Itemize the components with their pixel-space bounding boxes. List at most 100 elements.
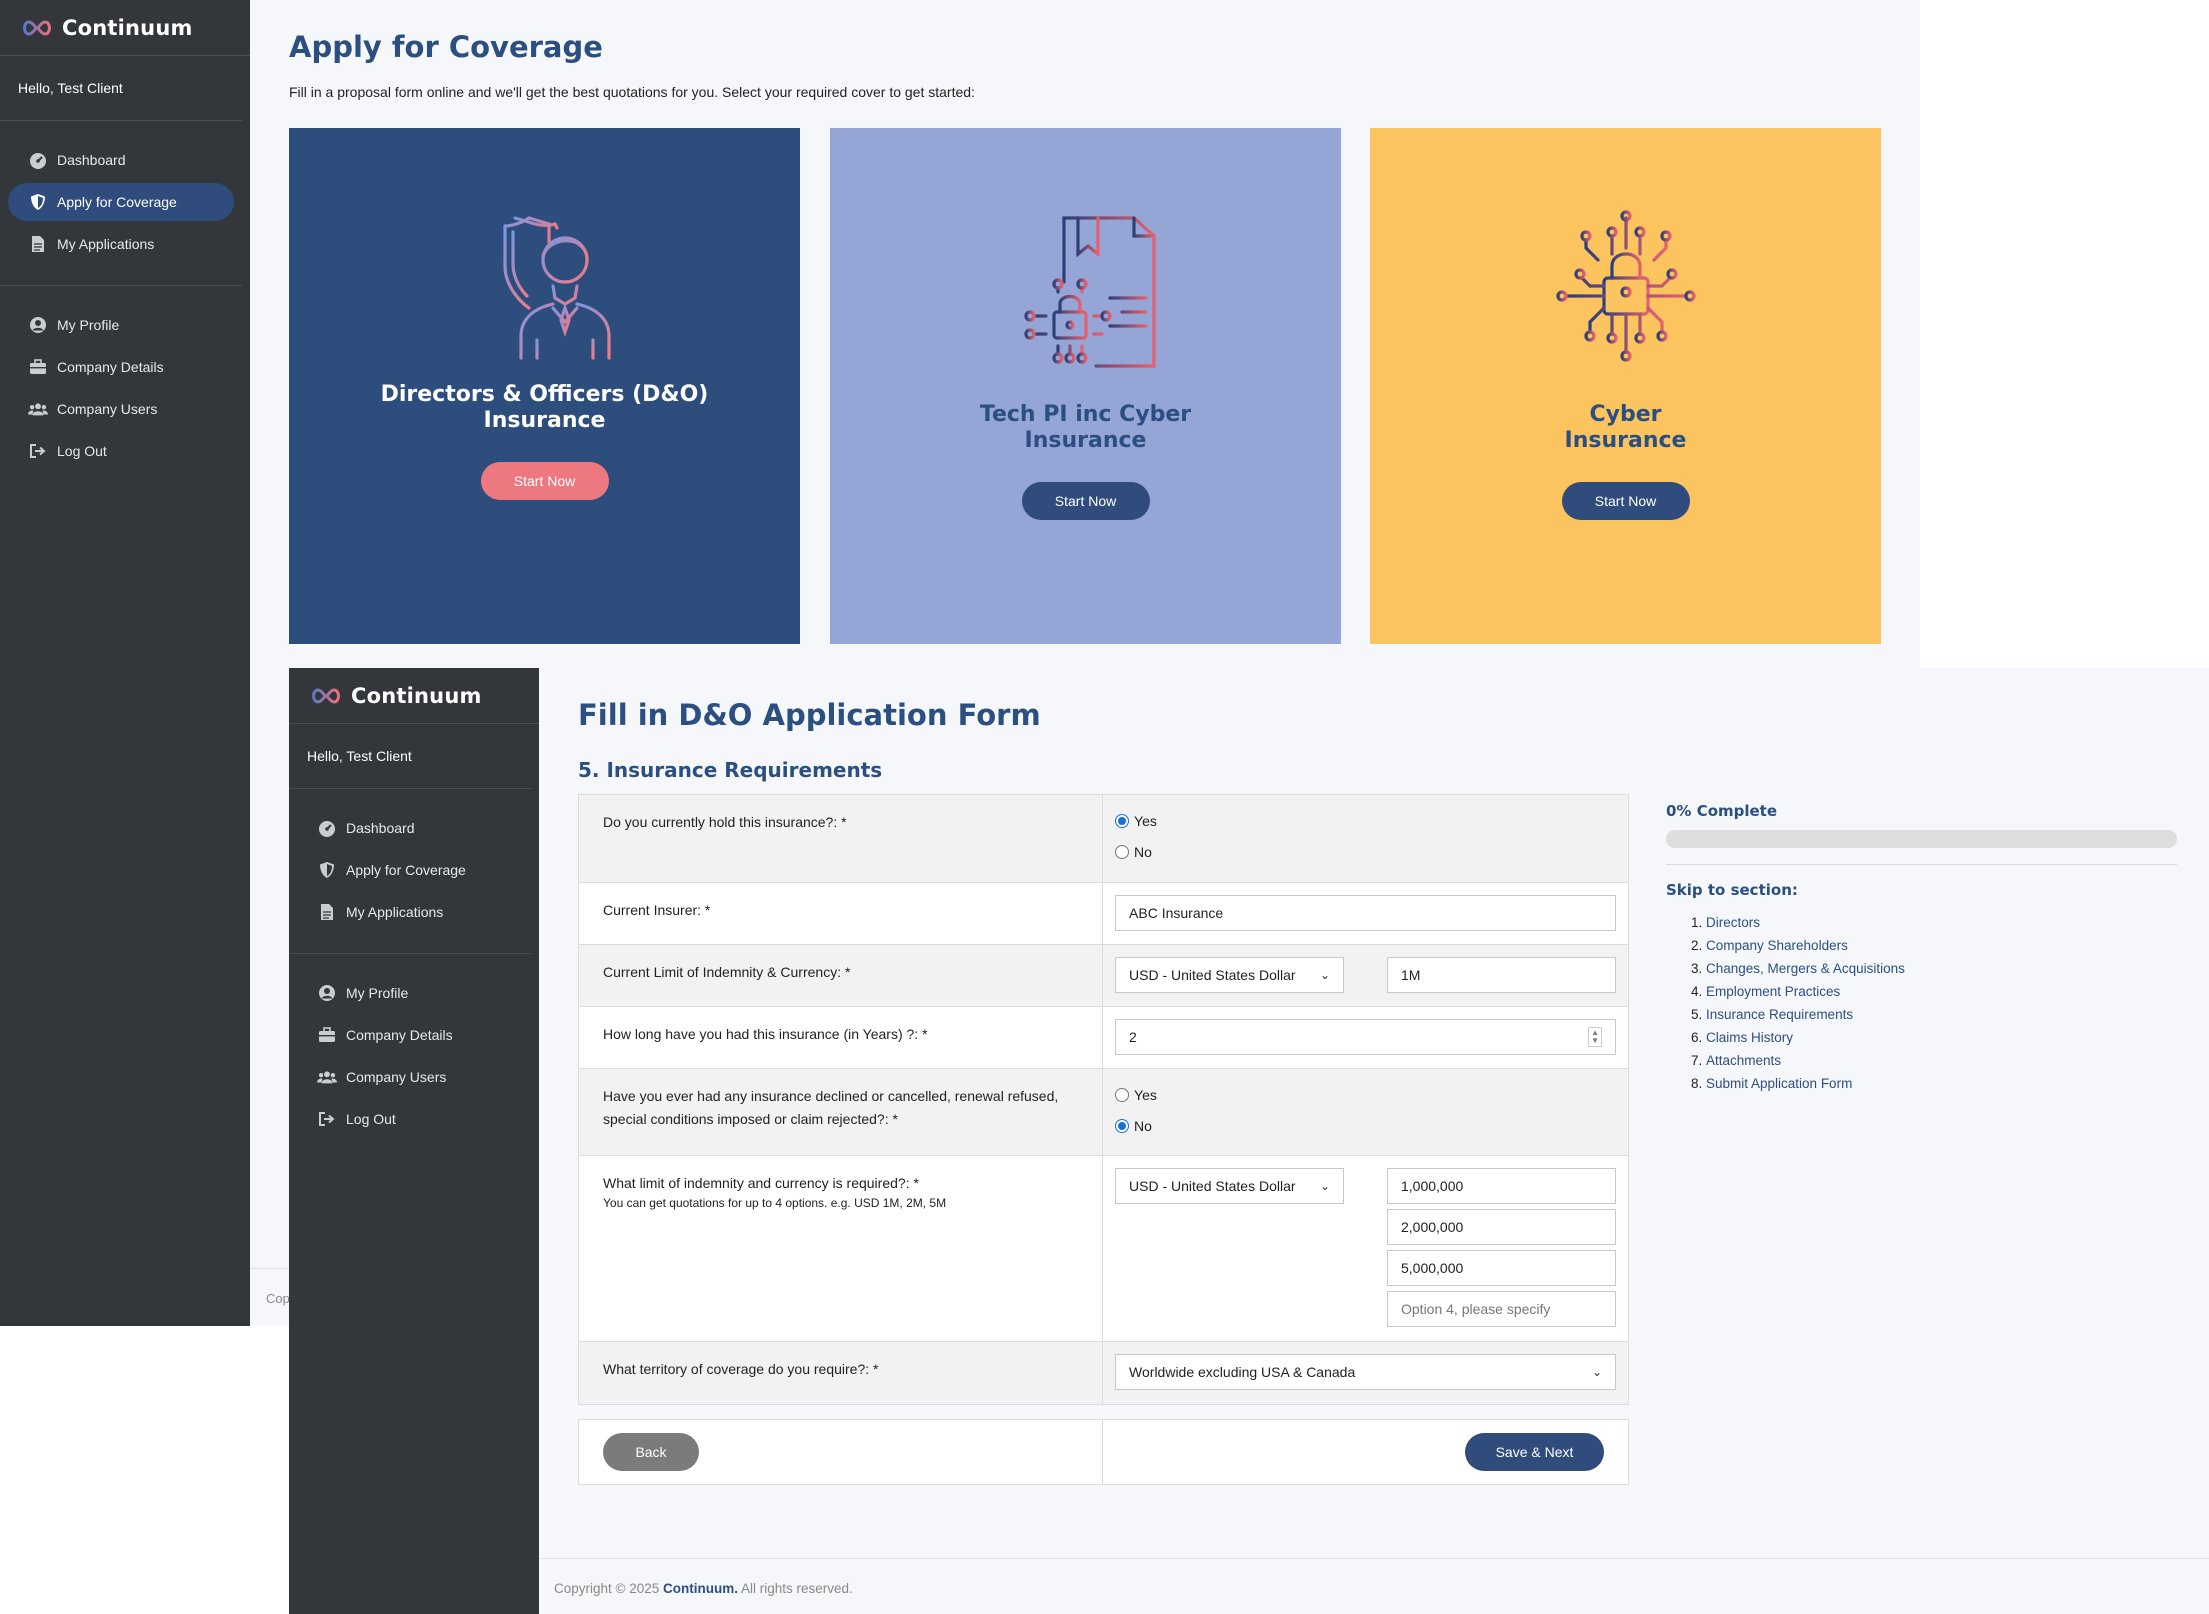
section-list: Directors Company Shareholders Changes, … <box>1666 911 2177 1095</box>
sidebar-item-users[interactable]: Company Users <box>297 1058 531 1096</box>
back-button[interactable]: Back <box>603 1433 699 1471</box>
section-link-insurance[interactable]: Insurance Requirements <box>1706 1007 1853 1022</box>
users-icon <box>317 1067 337 1087</box>
logout-icon <box>317 1109 337 1129</box>
sidebar-item-profile[interactable]: My Profile <box>8 306 242 344</box>
start-now-cyber-button[interactable]: Start Now <box>1561 482 1690 520</box>
progress-panel: 0% Complete Skip to section: Directors C… <box>1666 792 2177 1095</box>
sidebar-item-users[interactable]: Company Users <box>8 390 242 428</box>
sidebar-item-apply[interactable]: Apply for Coverage <box>297 851 523 889</box>
sidebar-item-applications[interactable]: My Applications <box>297 893 523 931</box>
list-item[interactable]: Claims History <box>1706 1026 2177 1049</box>
sidebar-item-logout[interactable]: Log Out <box>297 1100 531 1138</box>
answer-cell: USD - United States Dollar ⌄ 1,000,000 2,… <box>1103 1156 1628 1341</box>
nav-account: My Profile Company Details Company Users… <box>0 286 250 490</box>
chevron-down-icon: ⌄ <box>1319 1179 1331 1193</box>
users-icon <box>28 399 48 419</box>
start-now-do-button[interactable]: Start Now <box>480 462 609 500</box>
form-row-declined-history: Have you ever had any insurance declined… <box>579 1069 1628 1156</box>
sidebar-item-logout[interactable]: Log Out <box>8 432 242 470</box>
section-link-directors[interactable]: Directors <box>1706 915 1760 930</box>
list-item[interactable]: Changes, Mergers & Acquisitions <box>1706 957 2177 980</box>
nav-main: Dashboard Apply for Coverage My Applicat… <box>289 789 531 954</box>
user-circle-icon <box>28 315 48 335</box>
territory-select[interactable]: Worldwide excluding USA & Canada ⌄ <box>1115 1354 1616 1390</box>
form-row-territory: What territory of coverage do you requir… <box>579 1342 1628 1404</box>
page-title: Fill in D&O Application Form <box>578 698 1041 732</box>
card-tech-pi-insurance: Tech PI inc Cyber Insurance Start Now <box>830 128 1341 644</box>
main-content: Apply for Coverage Fill in a proposal fo… <box>250 0 1920 668</box>
radio-button-checked[interactable] <box>1115 813 1130 828</box>
section-link-changes[interactable]: Changes, Mergers & Acquisitions <box>1706 961 1905 976</box>
question-label: Do you currently hold this insurance?: * <box>579 795 1104 882</box>
section-link-submit[interactable]: Submit Application Form <box>1706 1076 1852 1091</box>
section-link-employment[interactable]: Employment Practices <box>1706 984 1840 999</box>
skip-title: Skip to section: <box>1666 881 1798 899</box>
radio-label: No <box>1134 843 1152 860</box>
question-label: What territory of coverage do you requir… <box>579 1342 1104 1404</box>
limit-options: 1,000,000 2,000,000 5,000,000 Option 4, … <box>1387 1168 1616 1329</box>
radio-label: Yes <box>1134 812 1157 829</box>
sidebar: Continuum Hello, Test Client Dashboard A… <box>289 668 539 1614</box>
start-now-tech-button[interactable]: Start Now <box>1021 482 1150 520</box>
insurance-years-input[interactable]: 2 ▲ ▼ <box>1115 1019 1616 1055</box>
section-link-attachments[interactable]: Attachments <box>1706 1053 1781 1068</box>
sidebar-item-label: My Profile <box>346 985 409 1001</box>
page-title: Apply for Coverage <box>289 30 603 64</box>
answer-cell: Yes No <box>1103 795 1628 882</box>
question-label: How long have you had this insurance (in… <box>579 1007 1104 1068</box>
copyright-brand[interactable]: Continuum. <box>663 1581 738 1596</box>
logout-icon <box>28 441 48 461</box>
sidebar-item-dashboard[interactable]: Dashboard <box>297 809 523 847</box>
sidebar-item-dashboard[interactable]: Dashboard <box>8 141 234 179</box>
select-value: USD - United States Dollar <box>1129 967 1296 983</box>
section-link-shareholders[interactable]: Company Shareholders <box>1706 938 1848 953</box>
list-item[interactable]: Company Shareholders <box>1706 934 2177 957</box>
list-item[interactable]: Attachments <box>1706 1049 2177 1072</box>
current-limit-currency-select[interactable]: USD - United States Dollar ⌄ <box>1115 957 1345 993</box>
logo[interactable]: Continuum <box>289 668 539 724</box>
limit-option-3-input[interactable]: 5,000,000 <box>1387 1250 1616 1286</box>
limit-option-4-input[interactable]: Option 4, please specify <box>1387 1291 1616 1327</box>
sidebar-item-label: My Applications <box>346 904 444 920</box>
form-actions: Back Save & Next <box>578 1419 1629 1485</box>
nav-main: Dashboard Apply for Coverage My Applicat… <box>0 121 242 286</box>
sidebar-item-label: Company Users <box>346 1069 447 1085</box>
user-circle-icon <box>317 983 337 1003</box>
list-item[interactable]: Directors <box>1706 911 2177 934</box>
radio-button[interactable] <box>1115 1087 1130 1102</box>
radio-hold-yes[interactable]: Yes <box>1115 805 1616 836</box>
radio-button[interactable] <box>1115 844 1130 859</box>
form-row-insurance-years: How long have you had this insurance (in… <box>579 1007 1628 1069</box>
section-link-claims[interactable]: Claims History <box>1706 1030 1793 1045</box>
sidebar-item-company[interactable]: Company Details <box>297 1016 531 1054</box>
brand-name: Continuum <box>351 683 482 708</box>
copyright-suffix: All rights reserved. <box>738 1581 853 1596</box>
form-row-hold-insurance: Do you currently hold this insurance?: *… <box>579 795 1628 883</box>
sidebar-item-label: My Profile <box>57 317 120 333</box>
limit-option-2-input[interactable]: 2,000,000 <box>1387 1209 1616 1245</box>
logo[interactable]: Continuum <box>0 0 250 56</box>
radio-declined-no[interactable]: No <box>1115 1110 1616 1141</box>
card-title: Tech PI inc Cyber Insurance <box>979 402 1192 453</box>
radio-button-checked[interactable] <box>1115 1118 1130 1133</box>
greeting: Hello, Test Client <box>289 724 531 789</box>
required-limit-currency-select[interactable]: USD - United States Dollar ⌄ <box>1115 1168 1345 1204</box>
sidebar-item-applications[interactable]: My Applications <box>8 225 234 263</box>
radio-hold-no[interactable]: No <box>1115 836 1616 867</box>
number-stepper-icon[interactable]: ▲ ▼ <box>1588 1027 1602 1047</box>
current-limit-input[interactable]: 1M <box>1387 957 1616 993</box>
save-next-button[interactable]: Save & Next <box>1465 1433 1604 1471</box>
current-insurer-input[interactable]: ABC Insurance <box>1115 895 1616 931</box>
sidebar-item-company[interactable]: Company Details <box>8 348 242 386</box>
sidebar-item-profile[interactable]: My Profile <box>297 974 531 1012</box>
sidebar-item-apply[interactable]: Apply for Coverage <box>8 183 234 221</box>
list-item[interactable]: Insurance Requirements <box>1706 1003 2177 1026</box>
list-item[interactable]: Submit Application Form <box>1706 1072 2177 1095</box>
card-cyber-insurance: Cyber Insurance Start Now <box>1370 128 1881 644</box>
radio-declined-yes[interactable]: Yes <box>1115 1079 1616 1110</box>
select-value: USD - United States Dollar <box>1129 1178 1296 1194</box>
limit-option-1-input[interactable]: 1,000,000 <box>1387 1168 1616 1204</box>
sidebar-item-label: Company Users <box>57 401 158 417</box>
list-item[interactable]: Employment Practices <box>1706 980 2177 1003</box>
